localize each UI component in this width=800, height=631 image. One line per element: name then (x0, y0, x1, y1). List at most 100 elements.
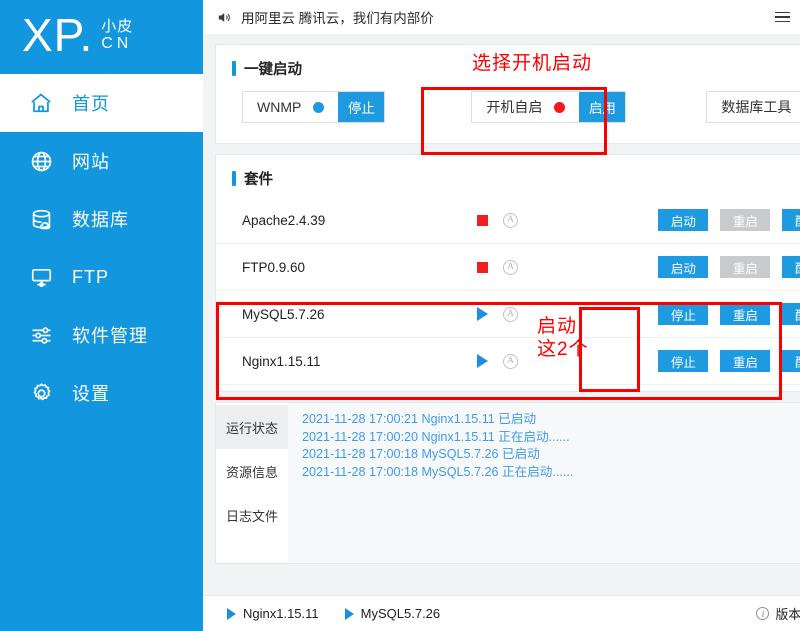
restart-button[interactable]: 重启 (720, 256, 771, 278)
tab-resource-info[interactable]: 资源信息 (216, 449, 288, 493)
restart-button[interactable]: 重启 (720, 209, 771, 231)
row-actions: 启动 重启 配置 (658, 209, 800, 231)
circle-a-icon: A (503, 306, 518, 322)
status-dot-blue (313, 101, 325, 113)
status-badge (477, 307, 503, 321)
start-button[interactable]: 启动 (658, 256, 709, 278)
status-badge (477, 214, 503, 226)
sidebar-item-home[interactable]: 首页 (0, 74, 203, 132)
autostart-label: 开机自启 (486, 99, 543, 115)
running-triangle-icon (477, 354, 488, 368)
autostart-status-dot-wrap (554, 92, 579, 122)
quick-start-title-row: 一键启动 (216, 45, 800, 85)
logo-cn-bottom: CN (101, 35, 133, 53)
wnmp-status-dot-wrap (313, 92, 338, 122)
stop-button[interactable]: 停止 (658, 303, 709, 325)
config-button[interactable]: 配置 (782, 209, 800, 231)
running-triangle-icon (344, 607, 354, 620)
row-actions: 停止 重启 配置 (658, 303, 800, 325)
table-row: Nginx1.15.11 A 停止 重启 配置 (216, 338, 800, 385)
version-label: 版本: 8.1.1.3 (775, 607, 800, 622)
wnmp-stop-button[interactable]: 停止 (338, 92, 385, 122)
restart-button[interactable]: 重启 (720, 350, 771, 372)
suite-list: Apache2.4.39 A 启动 重启 配置 FTP0.9.60 A (216, 195, 800, 391)
tab-log-file[interactable]: 日志文件 (216, 493, 288, 537)
hamburger-icon[interactable] (767, 2, 797, 32)
status-bar: Nginx1.15.11 MySQL5.7.26 i 版本: 8.1.1.3 (203, 595, 800, 631)
logo-xp: XP (22, 9, 80, 61)
table-row: FTP0.9.60 A 启动 重启 配置 (216, 244, 800, 291)
autostart-indicator[interactable]: A (503, 212, 553, 228)
autostart-indicator[interactable]: A (503, 259, 553, 275)
log-line: 2021-11-28 17:00:21 Nginx1.15.11 已启动 (302, 412, 537, 426)
restart-button[interactable]: 重启 (720, 303, 771, 325)
suite-name: Apache2.4.39 (242, 212, 326, 228)
suite-card: 套件 Apache2.4.39 A 启动 重启 配置 (215, 154, 800, 392)
database-icon (26, 204, 56, 234)
wnmp-control: WNMP 停止 (242, 91, 386, 123)
window-title: 用阿里云 腾讯云，我们有内部价 (241, 11, 434, 26)
xampp-window: XP. 小皮 CN 首页 网站 数据库 FTP 软件管理 设置 用阿里云 腾讯云… (0, 0, 800, 631)
quick-start-row: WNMP 停止 开机自启 启用 数据库工具 打开 (216, 85, 800, 143)
speaker-icon (213, 7, 235, 27)
circle-a-icon: A (503, 259, 518, 275)
running-triangle-icon (227, 607, 236, 620)
stopped-square-icon (477, 214, 488, 226)
circle-a-icon: A (503, 353, 518, 369)
sidebar-item-ftp[interactable]: FTP (0, 248, 203, 306)
home-icon (26, 88, 56, 118)
log-output: 2021-11-28 17:00:21 Nginx1.15.11 已启动 202… (288, 403, 800, 563)
circle-a-icon: A (503, 212, 518, 228)
log-tab-list: 运行状态 资源信息 日志文件 (216, 403, 288, 563)
sidebar-item-label: 网站 (72, 152, 110, 172)
status-badge (477, 261, 503, 273)
config-button[interactable]: 配置 (782, 350, 800, 372)
table-row: Apache2.4.39 A 启动 重启 配置 (216, 197, 800, 244)
config-button[interactable]: 配置 (782, 303, 800, 325)
status-service-nginx: Nginx1.15.11 (227, 606, 319, 621)
status-badge (477, 354, 503, 368)
sidebar: XP. 小皮 CN 首页 网站 数据库 FTP 软件管理 设置 (0, 0, 203, 631)
status-service-mysql: MySQL5.7.26 (344, 606, 441, 621)
sidebar-item-label: 首页 (72, 94, 110, 114)
logo-xp-text: XP. (22, 12, 93, 58)
tab-running-status[interactable]: 运行状态 (216, 405, 288, 449)
status-dot-red (554, 101, 566, 113)
running-triangle-icon (477, 307, 488, 321)
sidebar-item-website[interactable]: 网站 (0, 132, 203, 190)
db-tool-label: 数据库工具 (721, 99, 792, 115)
sidebar-item-label: 设置 (72, 384, 110, 404)
sidebar-nav: 首页 网站 数据库 FTP 软件管理 设置 (0, 74, 203, 422)
suite-name: MySQL5.7.26 (242, 306, 325, 322)
title-accent-bar (232, 171, 236, 186)
sidebar-item-label: FTP (72, 266, 109, 287)
logo-cn-top: 小皮 (101, 18, 134, 36)
logo-dot: . (79, 9, 94, 61)
autostart-enable-button[interactable]: 启用 (579, 92, 626, 122)
stop-button[interactable]: 停止 (658, 350, 709, 372)
sidebar-item-label: 数据库 (72, 210, 129, 230)
status-service-label: MySQL5.7.26 (360, 606, 441, 621)
suite-title-row: 套件 (216, 155, 800, 195)
monitor-icon (26, 262, 56, 292)
quick-start-title: 一键启动 (244, 62, 302, 78)
autostart-indicator[interactable]: A (503, 353, 553, 369)
sidebar-item-settings[interactable]: 设置 (0, 364, 203, 422)
content-area: 一键启动 WNMP 停止 开机自启 启用 数据库工具 套件 Apache2.4.… (203, 34, 800, 595)
config-button[interactable]: 配置 (782, 256, 800, 278)
table-row: MySQL5.7.26 A 停止 重启 配置 (216, 291, 800, 338)
stopped-square-icon (477, 261, 488, 273)
row-actions: 启动 重启 配置 (658, 256, 800, 278)
start-button[interactable]: 启动 (658, 209, 709, 231)
sidebar-item-database[interactable]: 数据库 (0, 190, 203, 248)
sidebar-item-software-manage[interactable]: 软件管理 (0, 306, 203, 364)
version-info: i 版本: 8.1.1.3 (756, 604, 800, 623)
quick-start-card: 一键启动 WNMP 停止 开机自启 启用 数据库工具 (215, 44, 800, 144)
status-service-label: Nginx1.15.11 (243, 606, 319, 621)
title-bar: 用阿里云 腾讯云，我们有内部价 ✕ (203, 0, 800, 34)
globe-icon (26, 146, 56, 176)
log-line: 2021-11-28 17:00:18 MySQL5.7.26 正在启动....… (302, 464, 574, 479)
db-tool-control: 数据库工具 打开 (706, 91, 800, 123)
autostart-indicator[interactable]: A (503, 306, 553, 322)
suite-title: 套件 (244, 172, 273, 188)
